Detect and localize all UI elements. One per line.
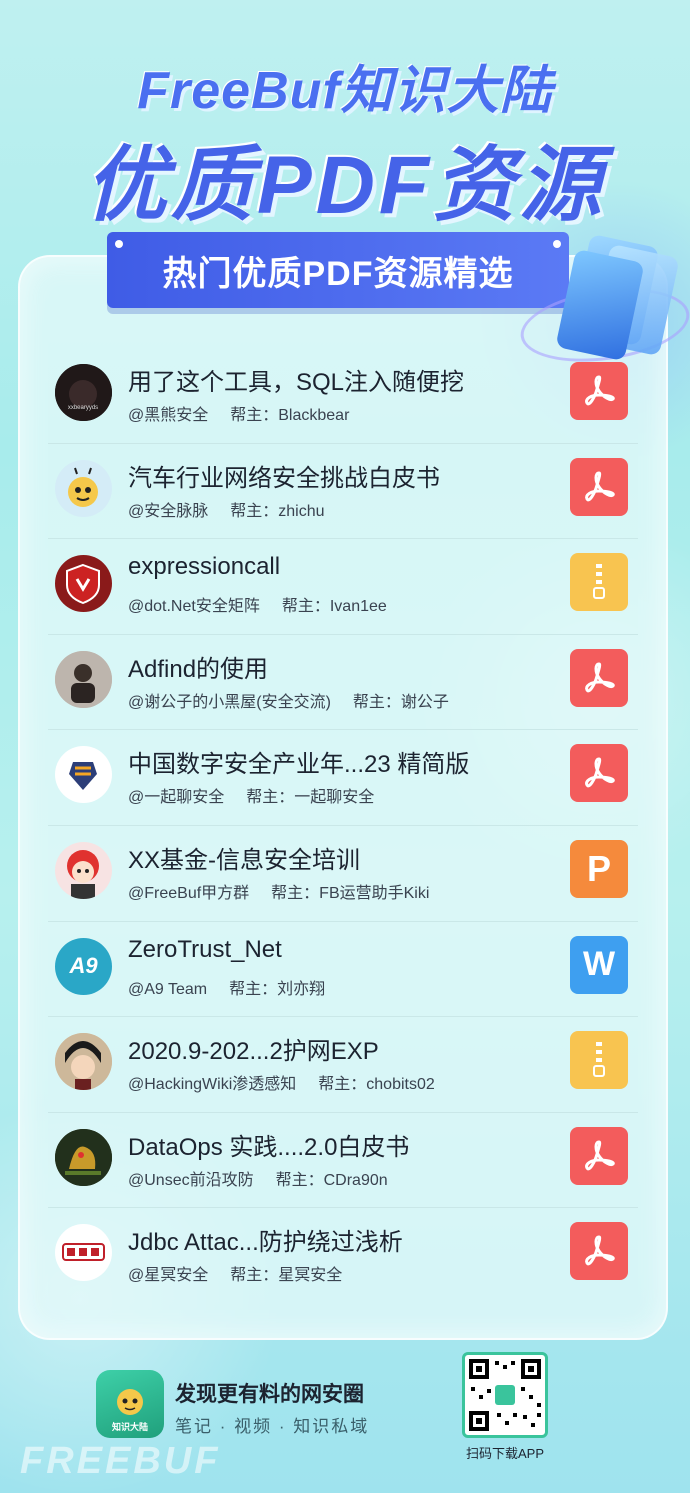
badge-avatar-icon	[55, 746, 112, 804]
qr-pattern-icon	[469, 1359, 541, 1431]
bee-avatar-icon	[55, 459, 112, 517]
item-title[interactable]: DataOps 实践....2.0白皮书	[128, 1127, 548, 1162]
item-channel[interactable]: @星冥安全	[128, 1267, 208, 1284]
photo-avatar-icon	[55, 650, 112, 708]
list-item[interactable]: Adfind的使用 @谢公子的小黑屋(安全交流) 帮主：谢公子	[48, 635, 638, 731]
list-item[interactable]: 2020.9-202...2护网EXP @HackingWiki渗透感知 帮主：c…	[48, 1017, 638, 1113]
pdf-file-icon[interactable]	[570, 744, 628, 803]
item-title[interactable]: 中国数字安全产业年...23 精简版	[128, 744, 548, 779]
item-channel[interactable]: @FreeBuf甲方群	[128, 885, 249, 902]
list-item[interactable]: expressioncall @dot.Net安全矩阵 帮主：Ivan1ee	[48, 539, 638, 635]
item-owner: 帮主：谢公子	[352, 693, 449, 711]
item-channel[interactable]: @谢公子的小黑屋(安全交流)	[128, 694, 331, 711]
item-owner: 帮主：CDra90n	[275, 1171, 388, 1189]
dragon-avatar-icon	[55, 1128, 112, 1186]
list-item[interactable]: xxbearyyds 用了这个工具，SQL注入随便挖 @黑熊安全 帮主：Black…	[48, 348, 638, 444]
item-title[interactable]: 2020.9-202...2护网EXP	[128, 1031, 548, 1066]
a9-logo-avatar-icon: A9	[55, 937, 112, 995]
list-item[interactable]: 汽车行业网络安全挑战白皮书 @安全脉脉 帮主：zhichu	[48, 444, 638, 540]
item-meta: @Unsec前沿攻防 帮主：CDra90n	[128, 1166, 548, 1190]
redhead-avatar-icon	[55, 841, 112, 899]
shield-avatar-icon	[55, 555, 112, 613]
item-channel[interactable]: @一起聊安全	[128, 789, 224, 806]
item-owner: 帮主：星冥安全	[230, 1267, 343, 1285]
list-item[interactable]: 中国数字安全产业年...23 精简版 @一起聊安全 帮主：一起聊安全	[48, 730, 638, 826]
qr-caption: 扫码下载APP	[465, 1446, 544, 1461]
bee-mascot-icon	[117, 1389, 143, 1415]
item-channel[interactable]: @安全脉脉	[128, 503, 208, 520]
item-meta: @dot.Net安全矩阵 帮主：Ivan1ee	[128, 592, 548, 616]
item-owner: 帮主：zhichu	[230, 502, 325, 520]
ppt-letter: P	[586, 847, 611, 889]
anime-avatar-icon	[55, 1033, 112, 1091]
black-cat-avatar-icon: xxbearyyds	[55, 364, 112, 421]
item-title[interactable]: 用了这个工具，SQL注入随便挖	[128, 362, 548, 397]
list-item[interactable]: Jdbc Attac...防护绕过浅析 @星冥安全 帮主：星冥安全	[48, 1208, 638, 1304]
pdf-file-icon[interactable]	[570, 648, 628, 707]
item-owner: 帮主：chobits02	[318, 1076, 435, 1094]
doc-file-icon[interactable]: W	[570, 935, 628, 994]
item-owner: 帮主：Ivan1ee	[281, 598, 387, 616]
zip-file-icon[interactable]	[570, 1031, 628, 1090]
doc-letter: W	[582, 945, 616, 984]
item-meta: @A9 Team 帮主：刘亦翔	[128, 975, 548, 999]
item-owner: 帮主：Blackbear	[230, 407, 350, 424]
a9-logo-text: A9	[69, 953, 98, 979]
freebuf-watermark: FREEBUF	[20, 1440, 221, 1482]
pdf-file-icon[interactable]	[570, 1126, 628, 1185]
item-channel[interactable]: @Unsec前沿攻防	[128, 1172, 254, 1189]
item-title[interactable]: ZeroTrust_Net	[128, 936, 548, 964]
footer-subline: 笔记 · 视频 · 知识私域	[175, 1417, 370, 1436]
section-ribbon: 热门优质PDF资源精选	[107, 232, 569, 308]
item-title[interactable]: XX基金-信息安全培训	[128, 840, 548, 875]
app-logo[interactable]: 知识大陆	[96, 1370, 164, 1438]
item-channel[interactable]: @A9 Team	[128, 981, 207, 998]
ribbon-label: 热门优质PDF资源精选	[162, 254, 514, 293]
item-meta: @FreeBuf甲方群 帮主：FB运营助手Kiki	[128, 879, 548, 903]
hero-title: FreeBuf知识大陆	[137, 62, 553, 120]
svg-text:xxbearyyds: xxbearyyds	[68, 405, 98, 411]
item-meta: @HackingWiki渗透感知 帮主：chobits02	[128, 1070, 548, 1094]
pdf-file-icon[interactable]	[570, 457, 628, 516]
ppt-file-icon[interactable]: P	[570, 839, 628, 898]
item-owner: 帮主：FB运营助手Kiki	[271, 884, 430, 902]
books-illustration-icon	[540, 230, 690, 362]
app-badge-label: 知识大陆	[111, 1422, 148, 1432]
item-channel[interactable]: @dot.Net安全矩阵	[128, 598, 260, 615]
list-item[interactable]: DataOps 实践....2.0白皮书 @Unsec前沿攻防 帮主：CDra90…	[48, 1113, 638, 1209]
item-title[interactable]: Adfind的使用	[128, 649, 548, 684]
item-meta: @安全脉脉 帮主：zhichu	[128, 497, 548, 521]
item-channel[interactable]: @黑熊安全	[128, 407, 208, 424]
item-title[interactable]: expressioncall	[128, 553, 548, 581]
zip-file-icon[interactable]	[570, 553, 628, 612]
stamp-avatar-icon	[55, 1224, 112, 1282]
item-meta: @星冥安全 帮主：星冥安全	[128, 1261, 548, 1285]
item-owner: 帮主：刘亦翔	[229, 980, 326, 998]
hero-subtitle: 优质PDF资源	[85, 140, 605, 231]
item-title[interactable]: Jdbc Attac...防护绕过浅析	[128, 1222, 548, 1257]
item-owner: 帮主：一起聊安全	[246, 789, 375, 807]
item-meta: @一起聊安全 帮主：一起聊安全	[128, 783, 548, 807]
item-meta: @黑熊安全 帮主：Blackbear	[128, 401, 548, 425]
list-item[interactable]: XX基金-信息安全培训 @FreeBuf甲方群 帮主：FB运营助手Kiki P	[48, 826, 638, 922]
item-meta: @谢公子的小黑屋(安全交流) 帮主：谢公子	[128, 688, 548, 712]
resource-list: xxbearyyds 用了这个工具，SQL注入随便挖 @黑熊安全 帮主：Black…	[48, 348, 638, 1304]
item-channel[interactable]: @HackingWiki渗透感知	[128, 1076, 296, 1093]
pdf-file-icon[interactable]	[570, 1222, 628, 1281]
qr-code[interactable]	[462, 1352, 548, 1438]
item-title[interactable]: 汽车行业网络安全挑战白皮书	[128, 458, 548, 493]
pdf-file-icon[interactable]	[570, 362, 628, 420]
footer-headline: 发现更有料的网安圈	[175, 1383, 364, 1406]
ribbon-dot	[115, 240, 123, 248]
list-item[interactable]: A9 ZeroTrust_Net @A9 Team 帮主：刘亦翔 W	[48, 922, 638, 1018]
